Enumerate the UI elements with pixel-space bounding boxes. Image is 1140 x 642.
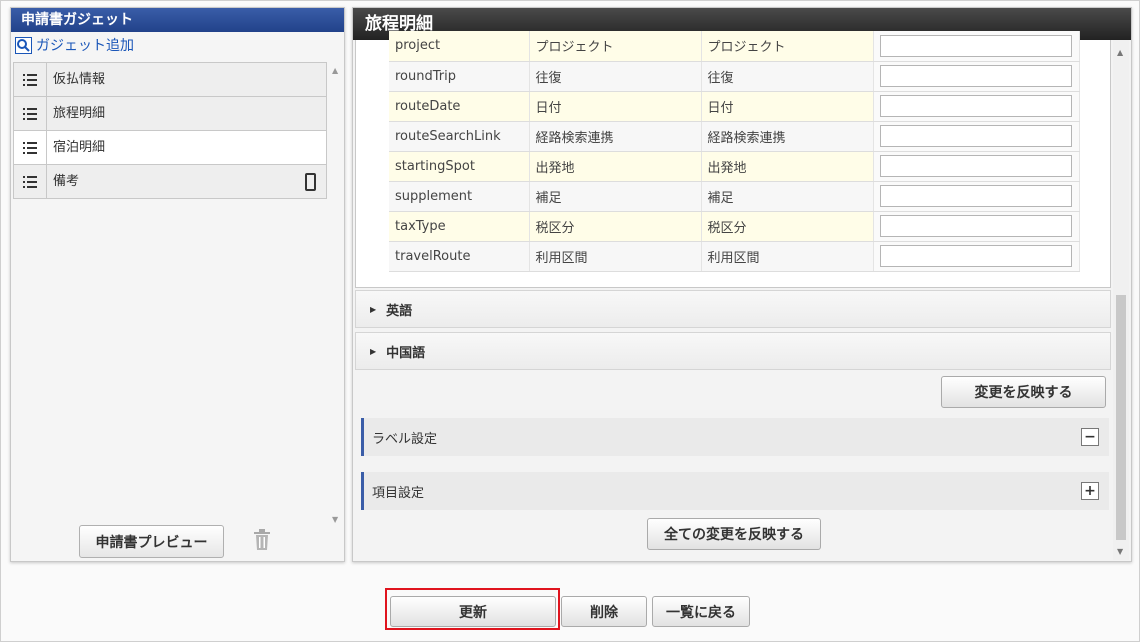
row-key: startingSpot <box>389 151 530 182</box>
gadget-item-remarks[interactable]: 備考 <box>13 164 327 199</box>
row-input-cell <box>873 241 1080 272</box>
row-default-label: 往復 <box>529 61 702 92</box>
row-default-label: 経路検索連携 <box>529 121 702 152</box>
row-japanese-label: 補足 <box>701 181 874 212</box>
row-input-cell <box>873 61 1080 92</box>
row-default-label: 利用区間 <box>529 241 702 272</box>
resource-table: project プロジェクト プロジェクト roundTrip 往復 往復 ro… <box>389 31 1080 272</box>
row-input-cell <box>873 31 1080 62</box>
caret-right-icon: ▶ <box>370 304 377 314</box>
gadget-panel: 申請書ガジェット ガジェット追加 仮払情報 旅程明細 宿泊明細 備考 ▲ ▼ 申… <box>10 7 345 562</box>
row-key: travelRoute <box>389 241 530 272</box>
row-input-cell <box>873 121 1080 152</box>
label-input[interactable] <box>879 65 1072 87</box>
gadget-item-label: 宿泊明細 <box>53 140 106 155</box>
row-key: routeSearchLink <box>389 121 530 152</box>
label-input[interactable] <box>879 215 1072 237</box>
list-icon[interactable] <box>14 63 47 96</box>
gadget-detail-panel: 旅程明細 project プロジェクト プロジェクト roundTrip 往復 … <box>352 7 1132 562</box>
row-japanese-label: 往復 <box>701 61 874 92</box>
row-japanese-label: 経路検索連携 <box>701 121 874 152</box>
label-input[interactable] <box>879 95 1072 117</box>
gadget-list-scrollbar[interactable]: ▲ ▼ <box>329 62 343 524</box>
row-key: roundTrip <box>389 61 530 92</box>
mobile-phone-icon <box>305 173 316 191</box>
gadget-item-itinerary[interactable]: 旅程明細 <box>13 96 327 131</box>
table-row: travelRoute 利用区間 利用区間 <box>389 241 1080 272</box>
apply-changes-button[interactable]: 変更を反映する <box>941 376 1106 408</box>
gadget-item-label: 備考 <box>53 174 80 189</box>
table-row: routeSearchLink 経路検索連携 経路検索連携 <box>389 121 1080 152</box>
row-key: supplement <box>389 181 530 212</box>
row-default-label: 出発地 <box>529 151 702 182</box>
expand-icon[interactable]: + <box>1081 482 1099 500</box>
label-input[interactable] <box>879 245 1072 267</box>
resource-table-container: project プロジェクト プロジェクト roundTrip 往復 往復 ro… <box>355 31 1111 288</box>
caret-right-icon: ▶ <box>370 346 377 356</box>
list-icon[interactable] <box>14 97 47 130</box>
table-row: project プロジェクト プロジェクト <box>389 31 1080 62</box>
scrollbar-thumb[interactable] <box>1116 295 1126 540</box>
add-gadget-label: ガジェット追加 <box>36 38 134 54</box>
highlight-box <box>385 588 560 630</box>
list-icon[interactable] <box>14 165 47 198</box>
row-japanese-label: プロジェクト <box>701 31 874 62</box>
search-icon <box>15 36 32 54</box>
row-input-cell <box>873 211 1080 242</box>
table-row: roundTrip 往復 往復 <box>389 61 1080 92</box>
gadget-list: 仮払情報 旅程明細 宿泊明細 備考 <box>13 62 327 199</box>
trash-icon[interactable] <box>253 529 271 551</box>
row-default-label: プロジェクト <box>529 31 702 62</box>
section-title: ラベル設定 <box>372 431 438 447</box>
list-icon[interactable] <box>14 131 47 164</box>
row-japanese-label: 日付 <box>701 91 874 122</box>
accordion-label: 中国語 <box>386 345 426 361</box>
label-settings-section: ラベル設定 − <box>361 418 1109 456</box>
back-to-list-button[interactable]: 一覧に戻る <box>652 596 750 627</box>
label-input[interactable] <box>879 34 1072 57</box>
collapse-icon[interactable]: − <box>1081 428 1099 446</box>
scroll-down-icon[interactable]: ▼ <box>1117 547 1123 556</box>
row-key: routeDate <box>389 91 530 122</box>
row-japanese-label: 出発地 <box>701 151 874 182</box>
section-title: 項目設定 <box>372 485 425 501</box>
scroll-down-icon[interactable]: ▼ <box>332 515 338 524</box>
accordion-chinese[interactable]: ▶ 中国語 <box>355 332 1111 370</box>
row-japanese-label: 税区分 <box>701 211 874 242</box>
accordion-english[interactable]: ▶ 英語 <box>355 290 1111 328</box>
row-default-label: 補足 <box>529 181 702 212</box>
row-japanese-label: 利用区間 <box>701 241 874 272</box>
label-input[interactable] <box>879 125 1072 147</box>
gadget-item-advance-info[interactable]: 仮払情報 <box>13 62 327 97</box>
accordion-label: 英語 <box>386 303 413 319</box>
scroll-up-icon[interactable]: ▲ <box>1117 48 1123 57</box>
detail-panel-scrollbar[interactable]: ▲ ▼ <box>1113 40 1129 560</box>
gadget-item-label: 仮払情報 <box>53 72 106 87</box>
label-input[interactable] <box>879 155 1072 177</box>
row-key: project <box>389 31 530 62</box>
gadget-item-lodging[interactable]: 宿泊明細 <box>13 130 327 165</box>
add-gadget-link[interactable]: ガジェット追加 <box>15 35 134 55</box>
gadget-item-label: 旅程明細 <box>53 106 106 121</box>
row-default-label: 税区分 <box>529 211 702 242</box>
table-row: supplement 補足 補足 <box>389 181 1080 212</box>
delete-button[interactable]: 削除 <box>561 596 647 627</box>
apply-all-changes-button[interactable]: 全ての変更を反映する <box>647 518 821 550</box>
table-row: startingSpot 出発地 出発地 <box>389 151 1080 182</box>
label-input[interactable] <box>879 185 1072 207</box>
scroll-up-icon[interactable]: ▲ <box>332 66 338 75</box>
row-input-cell <box>873 151 1080 182</box>
row-default-label: 日付 <box>529 91 702 122</box>
row-key: taxType <box>389 211 530 242</box>
table-row: routeDate 日付 日付 <box>389 91 1080 122</box>
row-input-cell <box>873 91 1080 122</box>
table-row: taxType 税区分 税区分 <box>389 211 1080 242</box>
form-preview-button[interactable]: 申請書プレビュー <box>79 525 224 558</box>
row-input-cell <box>873 181 1080 212</box>
item-settings-section: 項目設定 + <box>361 472 1109 510</box>
gadget-panel-title: 申請書ガジェット <box>11 8 344 32</box>
